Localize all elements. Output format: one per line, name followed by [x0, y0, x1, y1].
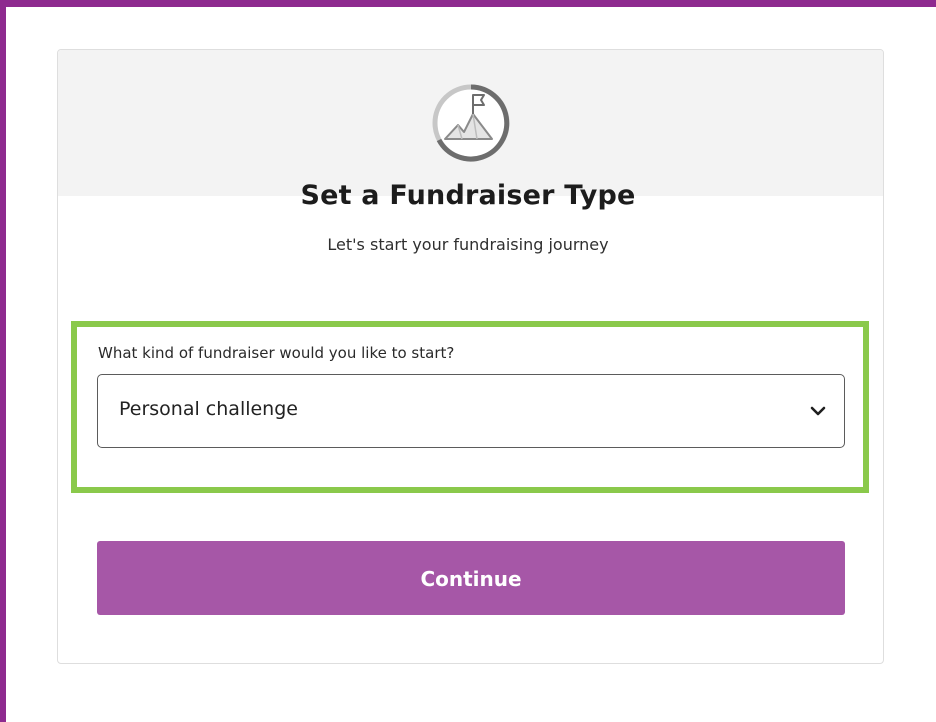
selected-value: Personal challenge: [119, 398, 298, 420]
page-subtitle: Let's start your fundraising journey: [327, 235, 609, 254]
chevron-down-icon: [810, 406, 826, 416]
card-header: [58, 50, 883, 196]
window-frame-top: [0, 0, 936, 7]
continue-button[interactable]: Continue: [97, 541, 845, 615]
window-frame-left: [0, 0, 6, 722]
fundraiser-type-select[interactable]: Personal challenge: [97, 374, 845, 448]
fundraiser-type-label: What kind of fundraiser would you like t…: [98, 344, 455, 362]
mountain-flag-icon: [432, 84, 510, 162]
page-title: Set a Fundraiser Type: [300, 180, 636, 211]
